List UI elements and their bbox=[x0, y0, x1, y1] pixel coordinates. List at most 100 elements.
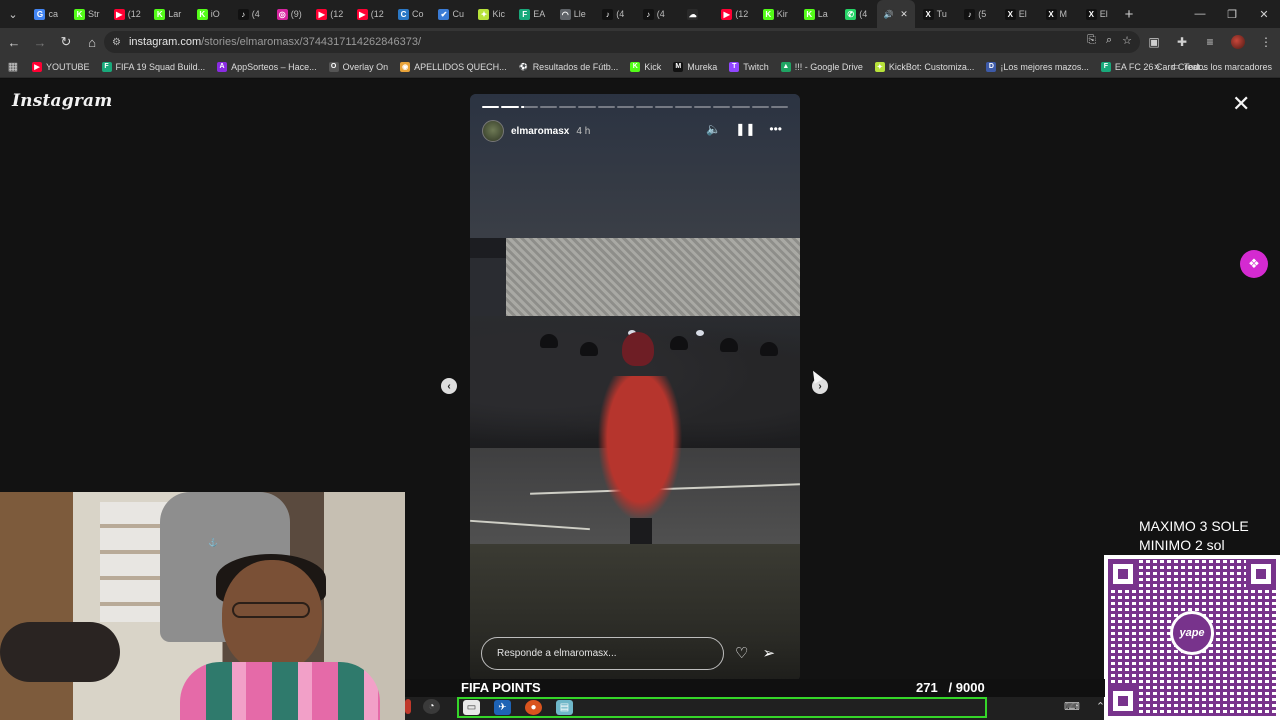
browser-tab[interactable]: ◠ Lle bbox=[553, 0, 594, 28]
url-host: instagram.com bbox=[128, 36, 202, 48]
story-card[interactable]: elmaromasx 4 h 🔈 ❚❚ ••• Responde a elmar… bbox=[470, 94, 800, 681]
extensions-puzzle-icon[interactable]: ✚ bbox=[1168, 30, 1196, 54]
address-bar[interactable]: ⚙ instagram.com /stories/elmaromasx/3744… bbox=[104, 31, 1140, 53]
floating-extension-icon[interactable]: ❖ bbox=[1240, 250, 1268, 278]
previous-story-icon[interactable]: ‹ bbox=[441, 378, 457, 394]
bookmark-item[interactable]: ⚽ Resultados de Fútb... bbox=[513, 61, 625, 72]
back-icon[interactable]: ← bbox=[2, 30, 26, 54]
webcam-overlay: ⚓ bbox=[0, 492, 405, 720]
obs-icon[interactable]: ● bbox=[525, 700, 542, 715]
send-icon[interactable]: ➢ bbox=[762, 644, 775, 662]
more-bookmarks-icon[interactable]: » bbox=[1154, 61, 1160, 73]
volume-icon[interactable]: 🔈 bbox=[706, 122, 721, 136]
steam-icon[interactable]: ✈ bbox=[494, 700, 511, 715]
browser-tab[interactable]: X El bbox=[996, 0, 1037, 28]
taskbar-pinned: ◔ bbox=[405, 699, 440, 714]
browser-tab[interactable]: ♪ (4 bbox=[593, 0, 634, 28]
bookmark-item[interactable]: ▲!!! - Google Drive bbox=[775, 61, 869, 72]
taskbar-app-icon[interactable] bbox=[405, 699, 411, 714]
browser-tab[interactable]: ✦ Kic bbox=[472, 0, 513, 28]
apps-grid-icon[interactable]: ▦ bbox=[0, 60, 26, 73]
browser-tab[interactable]: C Co bbox=[391, 0, 432, 28]
extension-icon[interactable]: ▣ bbox=[1140, 30, 1168, 54]
tab-label: Co bbox=[411, 9, 424, 19]
whatsapp-icon: ✆ bbox=[845, 8, 857, 20]
install-app-icon[interactable]: ⎘ bbox=[1087, 34, 1096, 47]
browser-tab[interactable]: K Str bbox=[67, 0, 108, 28]
video-helmet bbox=[580, 342, 598, 356]
browser-tab[interactable]: ✆ (4 bbox=[836, 0, 877, 28]
bookmark-item[interactable]: A AppSorteos – Hace... bbox=[211, 61, 323, 72]
speedometer-icon[interactable]: ◔ bbox=[423, 699, 440, 714]
browser-tab[interactable]: ♪ (5 bbox=[955, 0, 996, 28]
copilot-icon: C bbox=[397, 8, 409, 20]
profile-avatar[interactable] bbox=[1231, 35, 1245, 49]
browser-tab[interactable]: K Lar bbox=[148, 0, 189, 28]
browser-tab[interactable]: KiO bbox=[188, 0, 229, 28]
site-info-icon[interactable]: ⚙ bbox=[112, 37, 121, 48]
browser-tab[interactable]: X Tu bbox=[915, 0, 956, 28]
bookmark-star-icon[interactable]: ☆ bbox=[1122, 34, 1132, 47]
bookmark-item[interactable]: F FIFA 19 Squad Build... bbox=[96, 61, 212, 72]
like-heart-icon[interactable]: ♡ bbox=[735, 644, 748, 662]
minimize-icon[interactable]: — bbox=[1184, 0, 1216, 28]
tab-search-icon[interactable]: ⌄ bbox=[0, 0, 26, 28]
keyboard-icon[interactable]: ⌨ bbox=[1064, 700, 1080, 713]
browser-tab[interactable]: ✔ Cu bbox=[431, 0, 472, 28]
bookmark-item[interactable]: D ¡Los mejores mazos... bbox=[980, 61, 1095, 72]
bookmarks-bar: ▦ ▶ YOUTUBE F FIFA 19 Squad Build... A AppSor… bbox=[0, 56, 1280, 78]
more-options-icon[interactable]: ••• bbox=[769, 122, 782, 136]
forward-icon[interactable]: → bbox=[28, 30, 52, 54]
zoom-icon[interactable]: ⌕ bbox=[1106, 34, 1112, 47]
browser-tab[interactable]: ◎ (9) bbox=[269, 0, 310, 28]
close-story-icon[interactable]: ✕ bbox=[1232, 93, 1250, 115]
browser-tab[interactable]: Gca bbox=[26, 0, 67, 28]
yape-qr-code: yape bbox=[1104, 555, 1280, 720]
bookmark-item[interactable]: ✦ KickBot: Customiza... bbox=[869, 61, 981, 72]
futbin-icon: F bbox=[1100, 61, 1111, 72]
media-control-icon[interactable]: ≡ bbox=[1196, 30, 1224, 54]
browser-tab[interactable]: ▶ (12 bbox=[310, 0, 351, 28]
bookmark-item[interactable]: O Overlay On bbox=[323, 61, 395, 72]
browser-tab[interactable]: ☁ bbox=[674, 0, 715, 28]
kick-icon: K bbox=[803, 8, 815, 20]
close-window-icon[interactable]: ✕ bbox=[1248, 0, 1280, 28]
browser-tab[interactable]: 🔊 ✕ bbox=[876, 0, 915, 28]
new-tab-button[interactable]: + bbox=[1117, 6, 1141, 23]
browser-tab[interactable]: ▶ (12 bbox=[350, 0, 391, 28]
progress-segment bbox=[636, 106, 654, 108]
bookmark-item[interactable]: ◉ APELLIDOS QUECH... bbox=[394, 61, 513, 72]
bookmark-label: Overlay On bbox=[342, 61, 389, 72]
bookmark-item[interactable]: M Mureka bbox=[667, 61, 723, 72]
home-icon[interactable]: ⌂ bbox=[80, 30, 104, 54]
bookmark-item[interactable]: T Twitch bbox=[723, 61, 775, 72]
browser-tab[interactable]: F EA bbox=[512, 0, 553, 28]
notes-icon[interactable]: ▤ bbox=[556, 700, 573, 715]
restore-icon[interactable]: ❐ bbox=[1216, 0, 1248, 28]
story-avatar[interactable] bbox=[482, 120, 504, 142]
story-username[interactable]: elmaromasx bbox=[511, 126, 569, 137]
close-tab-icon[interactable]: ✕ bbox=[900, 9, 908, 20]
menu-kebab-icon[interactable]: ⋮ bbox=[1252, 30, 1280, 54]
system-tray: ⌨ ⌃ bbox=[1064, 700, 1105, 713]
tray-expand-icon[interactable]: ⌃ bbox=[1096, 700, 1105, 713]
browser-tab[interactable]: ▶ (12 bbox=[715, 0, 756, 28]
kick-icon: K bbox=[762, 8, 774, 20]
folder-icon: ▭ bbox=[1171, 61, 1180, 71]
kick-icon: K bbox=[630, 61, 641, 72]
reply-input[interactable]: Responde a elmaromasx... bbox=[481, 637, 724, 670]
browser-tab[interactable]: K La bbox=[796, 0, 837, 28]
instagram-logo[interactable]: Instagram bbox=[12, 91, 112, 111]
browser-tab[interactable]: X El bbox=[1077, 0, 1118, 28]
browser-tab[interactable]: ♪ (4 bbox=[634, 0, 675, 28]
browser-tab[interactable]: K Kir bbox=[755, 0, 796, 28]
bookmark-item[interactable]: ▶ YOUTUBE bbox=[26, 61, 96, 72]
browser-tab[interactable]: ♪ (4 bbox=[229, 0, 270, 28]
reload-icon[interactable]: ↻ bbox=[54, 30, 78, 54]
pause-icon[interactable]: ❚❚ bbox=[735, 122, 755, 136]
file-explorer-icon[interactable]: ▭ bbox=[463, 700, 480, 715]
bookmark-item[interactable]: K Kick bbox=[624, 61, 667, 72]
browser-tab[interactable]: ▶ (12 bbox=[107, 0, 148, 28]
all-bookmarks-folder[interactable]: ▭ Todos los marcadores bbox=[1171, 61, 1272, 72]
browser-tab[interactable]: XM bbox=[1036, 0, 1077, 28]
